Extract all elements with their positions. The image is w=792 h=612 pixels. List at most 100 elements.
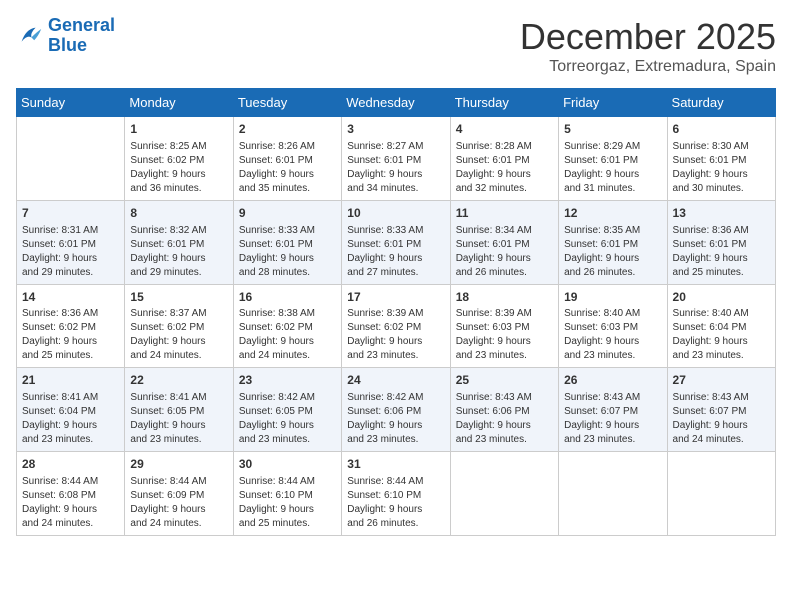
calendar-cell: 28 Sunrise: 8:44 AM Sunset: 6:08 PM Dayli… [17, 452, 125, 536]
day-info: Sunrise: 8:26 AM Sunset: 6:01 PM Dayligh… [239, 140, 336, 196]
calendar-week-row: 28 Sunrise: 8:44 AM Sunset: 6:08 PM Dayli… [17, 452, 776, 536]
page-header: General Blue December 2025 Torreorgaz, E… [16, 16, 776, 76]
day-number: 25 [456, 372, 553, 389]
calendar-week-row: 7 Sunrise: 8:31 AM Sunset: 6:01 PM Daylig… [17, 200, 776, 284]
day-number: 14 [22, 289, 119, 306]
calendar-week-row: 1 Sunrise: 8:25 AM Sunset: 6:02 PM Daylig… [17, 117, 776, 201]
day-info: Sunrise: 8:41 AM Sunset: 6:04 PM Dayligh… [22, 391, 119, 447]
calendar-cell: 21 Sunrise: 8:41 AM Sunset: 6:04 PM Dayli… [17, 368, 125, 452]
calendar-cell: 4 Sunrise: 8:28 AM Sunset: 6:01 PM Daylig… [450, 117, 558, 201]
day-info: Sunrise: 8:43 AM Sunset: 6:07 PM Dayligh… [673, 391, 770, 447]
day-info: Sunrise: 8:36 AM Sunset: 6:02 PM Dayligh… [22, 307, 119, 363]
day-info: Sunrise: 8:44 AM Sunset: 6:10 PM Dayligh… [347, 475, 444, 531]
calendar-cell: 7 Sunrise: 8:31 AM Sunset: 6:01 PM Daylig… [17, 200, 125, 284]
day-info: Sunrise: 8:40 AM Sunset: 6:03 PM Dayligh… [564, 307, 661, 363]
calendar-cell: 8 Sunrise: 8:32 AM Sunset: 6:01 PM Daylig… [125, 200, 233, 284]
calendar-cell [559, 452, 667, 536]
day-header-saturday: Saturday [667, 89, 775, 117]
calendar-cell: 19Sunrise: 8:40 AM Sunset: 6:03 PM Dayli… [559, 284, 667, 368]
calendar-cell: 25 Sunrise: 8:43 AM Sunset: 6:06 PM Dayli… [450, 368, 558, 452]
day-number: 11 [456, 205, 553, 222]
day-info: Sunrise: 8:30 AM Sunset: 6:01 PM Dayligh… [673, 140, 770, 196]
day-number: 6 [673, 121, 770, 138]
day-number: 24 [347, 372, 444, 389]
day-info: Sunrise: 8:31 AM Sunset: 6:01 PM Dayligh… [22, 224, 119, 280]
day-info: Sunrise: 8:33 AM Sunset: 6:01 PM Dayligh… [239, 224, 336, 280]
day-number: 3 [347, 121, 444, 138]
day-header-tuesday: Tuesday [233, 89, 341, 117]
day-number: 22 [130, 372, 227, 389]
day-number: 19 [564, 289, 661, 306]
day-info: Sunrise: 8:43 AM Sunset: 6:06 PM Dayligh… [456, 391, 553, 447]
day-info: Sunrise: 8:44 AM Sunset: 6:10 PM Dayligh… [239, 475, 336, 531]
calendar-cell: 13Sunrise: 8:36 AM Sunset: 6:01 PM Dayli… [667, 200, 775, 284]
day-number: 9 [239, 205, 336, 222]
day-number: 8 [130, 205, 227, 222]
day-info: Sunrise: 8:39 AM Sunset: 6:03 PM Dayligh… [456, 307, 553, 363]
day-header-wednesday: Wednesday [342, 89, 450, 117]
day-number: 7 [22, 205, 119, 222]
day-header-thursday: Thursday [450, 89, 558, 117]
calendar-week-row: 21 Sunrise: 8:41 AM Sunset: 6:04 PM Dayli… [17, 368, 776, 452]
calendar-cell: 17Sunrise: 8:39 AM Sunset: 6:02 PM Dayli… [342, 284, 450, 368]
day-header-monday: Monday [125, 89, 233, 117]
logo-text-blue: Blue [48, 36, 115, 56]
day-number: 12 [564, 205, 661, 222]
day-number: 23 [239, 372, 336, 389]
calendar-cell: 22 Sunrise: 8:41 AM Sunset: 6:05 PM Dayli… [125, 368, 233, 452]
day-info: Sunrise: 8:32 AM Sunset: 6:01 PM Dayligh… [130, 224, 227, 280]
day-info: Sunrise: 8:25 AM Sunset: 6:02 PM Dayligh… [130, 140, 227, 196]
calendar-cell: 14Sunrise: 8:36 AM Sunset: 6:02 PM Dayli… [17, 284, 125, 368]
day-header-friday: Friday [559, 89, 667, 117]
day-info: Sunrise: 8:40 AM Sunset: 6:04 PM Dayligh… [673, 307, 770, 363]
day-info: Sunrise: 8:38 AM Sunset: 6:02 PM Dayligh… [239, 307, 336, 363]
day-header-sunday: Sunday [17, 89, 125, 117]
day-info: Sunrise: 8:37 AM Sunset: 6:02 PM Dayligh… [130, 307, 227, 363]
day-number: 17 [347, 289, 444, 306]
calendar-cell [450, 452, 558, 536]
calendar-cell: 18Sunrise: 8:39 AM Sunset: 6:03 PM Dayli… [450, 284, 558, 368]
day-number: 27 [673, 372, 770, 389]
day-number: 28 [22, 456, 119, 473]
calendar-cell: 12 Sunrise: 8:35 AM Sunset: 6:01 PM Dayli… [559, 200, 667, 284]
day-info: Sunrise: 8:35 AM Sunset: 6:01 PM Dayligh… [564, 224, 661, 280]
calendar-cell: 20Sunrise: 8:40 AM Sunset: 6:04 PM Dayli… [667, 284, 775, 368]
calendar-cell: 2 Sunrise: 8:26 AM Sunset: 6:01 PM Daylig… [233, 117, 341, 201]
calendar-cell: 30Sunrise: 8:44 AM Sunset: 6:10 PM Dayli… [233, 452, 341, 536]
day-info: Sunrise: 8:27 AM Sunset: 6:01 PM Dayligh… [347, 140, 444, 196]
calendar-header-row: SundayMondayTuesdayWednesdayThursdayFrid… [17, 89, 776, 117]
calendar-cell: 1 Sunrise: 8:25 AM Sunset: 6:02 PM Daylig… [125, 117, 233, 201]
day-number: 21 [22, 372, 119, 389]
day-info: Sunrise: 8:41 AM Sunset: 6:05 PM Dayligh… [130, 391, 227, 447]
calendar-cell: 27 Sunrise: 8:43 AM Sunset: 6:07 PM Dayli… [667, 368, 775, 452]
day-number: 31 [347, 456, 444, 473]
month-title: December 2025 [520, 16, 776, 58]
calendar-cell [667, 452, 775, 536]
day-number: 15 [130, 289, 227, 306]
day-info: Sunrise: 8:43 AM Sunset: 6:07 PM Dayligh… [564, 391, 661, 447]
calendar-cell: 26Sunrise: 8:43 AM Sunset: 6:07 PM Dayli… [559, 368, 667, 452]
calendar-cell [17, 117, 125, 201]
logo: General Blue [16, 16, 115, 56]
day-info: Sunrise: 8:44 AM Sunset: 6:09 PM Dayligh… [130, 475, 227, 531]
day-number: 4 [456, 121, 553, 138]
day-number: 2 [239, 121, 336, 138]
calendar-cell: 11 Sunrise: 8:34 AM Sunset: 6:01 PM Dayli… [450, 200, 558, 284]
day-info: Sunrise: 8:44 AM Sunset: 6:08 PM Dayligh… [22, 475, 119, 531]
day-info: Sunrise: 8:42 AM Sunset: 6:05 PM Dayligh… [239, 391, 336, 447]
day-number: 16 [239, 289, 336, 306]
calendar-cell: 29 Sunrise: 8:44 AM Sunset: 6:09 PM Dayli… [125, 452, 233, 536]
day-info: Sunrise: 8:28 AM Sunset: 6:01 PM Dayligh… [456, 140, 553, 196]
day-info: Sunrise: 8:33 AM Sunset: 6:01 PM Dayligh… [347, 224, 444, 280]
day-number: 29 [130, 456, 227, 473]
title-block: December 2025 Torreorgaz, Extremadura, S… [520, 16, 776, 76]
calendar-cell: 3 Sunrise: 8:27 AM Sunset: 6:01 PM Daylig… [342, 117, 450, 201]
day-info: Sunrise: 8:34 AM Sunset: 6:01 PM Dayligh… [456, 224, 553, 280]
day-info: Sunrise: 8:36 AM Sunset: 6:01 PM Dayligh… [673, 224, 770, 280]
calendar-week-row: 14Sunrise: 8:36 AM Sunset: 6:02 PM Dayli… [17, 284, 776, 368]
day-number: 1 [130, 121, 227, 138]
day-info: Sunrise: 8:39 AM Sunset: 6:02 PM Dayligh… [347, 307, 444, 363]
day-info: Sunrise: 8:29 AM Sunset: 6:01 PM Dayligh… [564, 140, 661, 196]
calendar-cell: 15Sunrise: 8:37 AM Sunset: 6:02 PM Dayli… [125, 284, 233, 368]
calendar-cell: 9 Sunrise: 8:33 AM Sunset: 6:01 PM Daylig… [233, 200, 341, 284]
